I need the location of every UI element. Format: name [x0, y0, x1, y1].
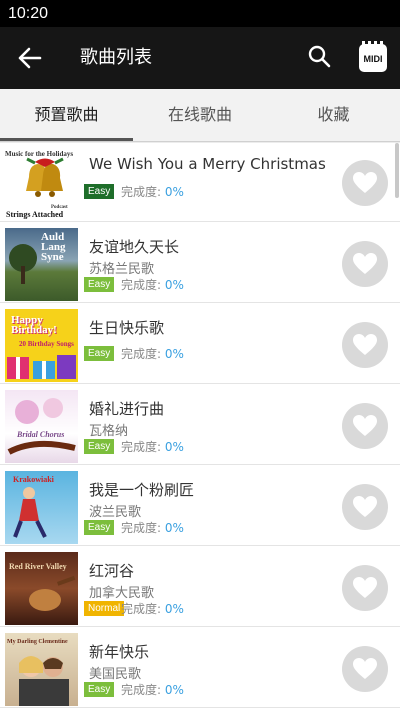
progress-text: 完成度: 0%	[121, 185, 184, 199]
song-row[interactable]: Krakowiaki 我是一个粉刷匠 波兰民歌 Easy 完成度: 0%	[0, 467, 400, 546]
song-row[interactable]: Red River Valley 红河谷 加拿大民歌 Normal 完成度: 0…	[0, 548, 400, 627]
album-cover: Bridal Chorus	[5, 390, 78, 463]
album-cover: Happy Birthday! 20 Birthday Songs	[5, 309, 78, 382]
tree-illustration	[9, 244, 37, 284]
arrow-left-icon	[18, 47, 42, 69]
favorite-button[interactable]	[342, 241, 388, 287]
difficulty-badge: Easy	[84, 439, 115, 454]
heart-icon	[353, 496, 377, 517]
favorite-button[interactable]	[342, 322, 388, 368]
couple-illustration	[19, 656, 69, 706]
song-row[interactable]: Happy Birthday! 20 Birthday Songs 生日快乐歌 …	[0, 305, 400, 384]
song-row[interactable]: Bridal Chorus 婚礼进行曲 瓦格纳 Easy 完成度: 0%	[0, 386, 400, 465]
favorite-button[interactable]	[342, 403, 388, 449]
album-cover: Krakowiaki	[5, 471, 78, 544]
status-time: 10:20	[8, 5, 49, 22]
song-title: 友谊地久天长	[89, 238, 180, 256]
favorite-button[interactable]	[342, 565, 388, 611]
status-bar: 10:20	[0, 0, 400, 27]
difficulty-badge: Easy	[84, 682, 115, 697]
active-tab-indicator	[0, 138, 133, 141]
tab-favorites[interactable]: 收藏	[267, 89, 400, 142]
difficulty-badge: Easy	[84, 520, 115, 535]
song-row[interactable]: Auld Lang Syne 友谊地久天长 苏格兰民歌 Easy 完成度: 0%	[0, 224, 400, 303]
favorite-button[interactable]	[342, 484, 388, 530]
album-cover: Red River Valley	[5, 552, 78, 625]
song-artist: 美国民歌	[89, 667, 142, 682]
favorite-button[interactable]	[342, 646, 388, 692]
album-cover: Auld Lang Syne	[5, 228, 78, 301]
song-row[interactable]: Music for the Holidays Podcast Strings A…	[0, 143, 400, 222]
song-artist: 苏格兰民歌	[89, 262, 155, 277]
midi-button[interactable]: MIDI	[359, 41, 387, 72]
heart-icon	[353, 658, 377, 679]
violin-illustration	[7, 398, 76, 455]
back-button[interactable]	[16, 44, 46, 72]
song-title: 红河谷	[89, 562, 135, 580]
page-title: 歌曲列表	[80, 47, 152, 68]
song-row[interactable]: My Darling Clementine 新年快乐 美国民歌 Easy 完成度…	[0, 629, 400, 708]
tab-bar: 预置歌曲 在线歌曲 收藏	[0, 89, 400, 142]
progress-text: 完成度: 0%	[121, 347, 184, 361]
midi-label: MIDI	[363, 54, 383, 64]
progress-text: 完成度: 0%	[121, 440, 184, 454]
progress-text: 完成度: 0%	[121, 278, 184, 292]
difficulty-badge: Normal	[84, 601, 125, 616]
song-title: 我是一个粉刷匠	[89, 481, 195, 499]
app-bar: 歌曲列表 MIDI	[0, 27, 400, 89]
heart-icon	[353, 334, 377, 355]
heart-icon	[353, 253, 377, 274]
song-artist: 加拿大民歌	[89, 586, 155, 601]
song-title: We Wish You a Merry Christmas	[89, 155, 326, 173]
tab-online-songs[interactable]: 在线歌曲	[133, 89, 267, 142]
progress-text: 完成度: 0%	[121, 602, 184, 616]
song-title: 生日快乐歌	[89, 319, 165, 337]
difficulty-badge: Easy	[84, 184, 115, 199]
difficulty-badge: Easy	[84, 346, 115, 361]
favorite-button[interactable]	[342, 160, 388, 206]
progress-text: 完成度: 0%	[121, 683, 184, 697]
guitar-illustration	[29, 575, 76, 611]
album-cover: Music for the Holidays Podcast Strings A…	[5, 147, 78, 220]
album-cover: My Darling Clementine	[5, 633, 78, 706]
song-title: 婚礼进行曲	[89, 400, 165, 418]
search-button[interactable]	[306, 43, 334, 71]
difficulty-badge: Easy	[84, 277, 115, 292]
heart-icon	[353, 415, 377, 436]
song-artist: 波兰民歌	[89, 505, 142, 520]
song-list[interactable]: Music for the Holidays Podcast Strings A…	[0, 143, 400, 711]
progress-text: 完成度: 0%	[121, 521, 184, 535]
tab-preset-songs[interactable]: 预置歌曲	[0, 89, 133, 142]
song-artist: 瓦格纳	[89, 424, 129, 439]
search-icon	[308, 45, 331, 68]
heart-icon	[353, 577, 377, 598]
heart-icon	[353, 172, 377, 193]
song-title: 新年快乐	[89, 643, 150, 661]
scrollbar[interactable]	[395, 143, 399, 198]
